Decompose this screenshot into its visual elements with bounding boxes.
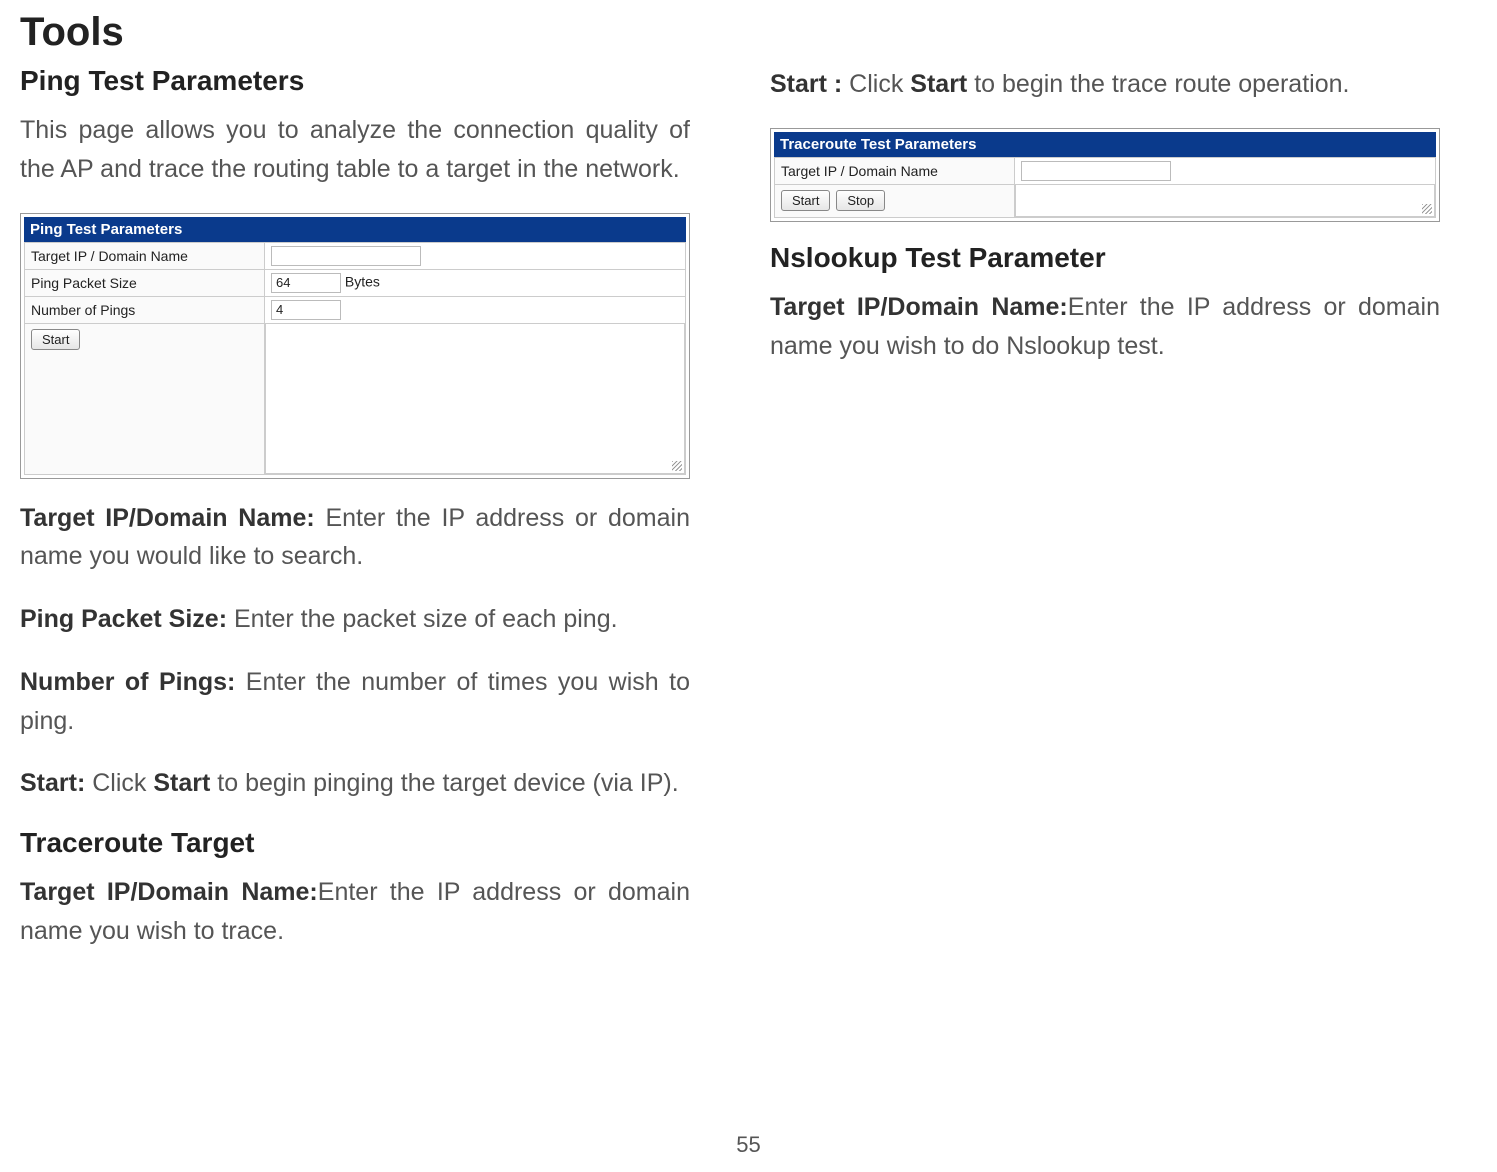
table-row: Target IP / Domain Name (25, 242, 686, 269)
nslookup-target-desc-label: Target IP/Domain Name: (770, 293, 1068, 321)
table-row: Number of Pings 4 (25, 296, 686, 323)
trace-start-desc-post: to begin the trace route operation. (967, 70, 1349, 98)
table-row: Start Stop (775, 184, 1436, 217)
trace-buttons-cell: Start Stop (775, 184, 1015, 217)
ping-packet-size-input[interactable]: 64 (271, 273, 341, 293)
ping-start-desc-label: Start: (20, 769, 85, 797)
table-row: Ping Packet Size 64 Bytes (25, 269, 686, 296)
trace-start-desc-label: Start : (770, 70, 842, 98)
right-column: Start : Click Start to begin the trace r… (770, 59, 1440, 975)
trace-target-cell (1015, 157, 1436, 184)
ping-pps-desc-label: Ping Packet Size: (20, 605, 227, 633)
two-column-layout: Ping Test Parameters This page allows yo… (20, 59, 1477, 975)
ping-packet-size-label: Ping Packet Size (25, 269, 265, 296)
ping-start-button[interactable]: Start (31, 329, 80, 350)
left-column: Ping Test Parameters This page allows yo… (20, 59, 690, 975)
ping-packet-size-desc: Ping Packet Size: Enter the packet size … (20, 600, 690, 639)
nslookup-section-title: Nslookup Test Parameter (770, 242, 1440, 274)
ping-output-area[interactable] (265, 324, 685, 474)
ping-target-desc-label: Target IP/Domain Name: (20, 504, 315, 532)
nslookup-target-desc: Target IP/Domain Name:Enter the IP addre… (770, 288, 1440, 366)
ping-start-desc-post: to begin pinging the target device (via … (210, 769, 678, 797)
trace-target-label: Target IP / Domain Name (775, 157, 1015, 184)
page-number: 55 (736, 1132, 760, 1158)
ping-start-desc-bold: Start (153, 769, 210, 797)
trace-start-desc: Start : Click Start to begin the trace r… (770, 65, 1440, 104)
trace-target-input[interactable] (1021, 161, 1171, 181)
ping-target-cell (265, 242, 686, 269)
trace-stop-button[interactable]: Stop (836, 190, 885, 211)
ping-section-title: Ping Test Parameters (20, 65, 690, 97)
trace-start-desc-pre: Click (842, 70, 910, 98)
trace-section-title: Traceroute Target (20, 827, 690, 859)
table-row: Target IP / Domain Name (775, 157, 1436, 184)
resize-grip-icon[interactable] (1422, 204, 1432, 214)
ping-nop-desc-label: Number of Pings: (20, 668, 235, 696)
ping-start-cell: Start (25, 323, 265, 474)
trace-target-desc-label: Target IP/Domain Name: (20, 878, 318, 906)
ping-packet-size-unit: Bytes (345, 273, 380, 289)
ping-target-input[interactable] (271, 246, 421, 266)
ping-pps-desc-text: Enter the packet size of each ping. (227, 605, 618, 633)
ping-start-desc: Start: Click Start to begin pinging the … (20, 764, 690, 803)
trace-ui-table: Target IP / Domain Name Start Stop (774, 157, 1436, 218)
ping-packet-size-cell: 64 Bytes (265, 269, 686, 296)
ping-start-desc-pre: Click (85, 769, 153, 797)
trace-output-cell (1015, 184, 1436, 217)
ping-num-pings-label: Number of Pings (25, 296, 265, 323)
page-title: Tools (20, 10, 1477, 55)
ping-intro-text: This page allows you to analyze the conn… (20, 111, 690, 189)
ping-nop-desc: Number of Pings: Enter the number of tim… (20, 663, 690, 741)
ping-target-label: Target IP / Domain Name (25, 242, 265, 269)
ping-ui-header: Ping Test Parameters (24, 217, 686, 242)
ping-num-pings-input[interactable]: 4 (271, 300, 341, 320)
trace-start-desc-bold: Start (910, 70, 967, 98)
ping-ui-table: Target IP / Domain Name Ping Packet Size… (24, 242, 686, 475)
ping-ui-screenshot: Ping Test Parameters Target IP / Domain … (20, 213, 690, 479)
resize-grip-icon[interactable] (672, 461, 682, 471)
trace-ui-header: Traceroute Test Parameters (774, 132, 1436, 157)
table-row: Start (25, 323, 686, 474)
trace-ui-screenshot: Traceroute Test Parameters Target IP / D… (770, 128, 1440, 222)
trace-target-desc: Target IP/Domain Name:Enter the IP addre… (20, 873, 690, 951)
ping-output-cell (265, 323, 686, 474)
trace-start-button[interactable]: Start (781, 190, 830, 211)
ping-num-pings-cell: 4 (265, 296, 686, 323)
trace-output-area[interactable] (1015, 185, 1435, 217)
ping-target-desc: Target IP/Domain Name: Enter the IP addr… (20, 499, 690, 577)
